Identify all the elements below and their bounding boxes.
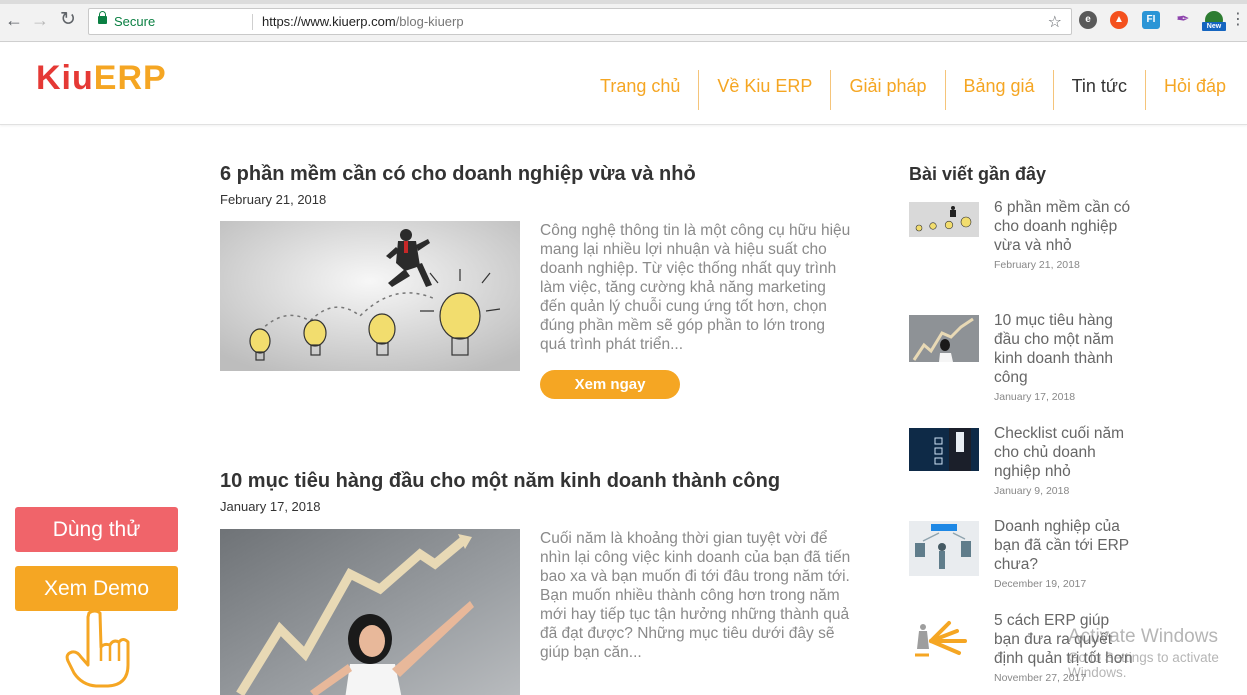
view-demo-button[interactable]: Xem Demo [15,566,178,611]
menu-item-about[interactable]: Về Kiu ERP [699,70,832,110]
blog-post: 10 mục tiêu hàng đầu cho một năm kinh do… [220,470,860,695]
recent-post-thumbnail[interactable] [909,615,979,660]
menu-item-solutions[interactable]: Giải pháp [831,70,946,110]
recent-post-title-text: Checklist cuối năm cho chủ doanh nghiệp … [994,425,1125,480]
evernote-icon[interactable]: e [1079,11,1097,29]
post-excerpt: Cuối năm là khoảng thời gian tuyệt vời đ… [540,530,851,661]
menu-item-pricing[interactable]: Bảng giá [946,70,1054,110]
post-thumbnail[interactable] [220,221,520,371]
recent-post-date: February 21, 2018 [994,259,1080,271]
recent-post-thumbnail[interactable] [909,202,979,237]
post-title[interactable]: 6 phần mềm cần có cho doanh nghiệp vừa v… [220,163,860,186]
secure-label: Secure [114,14,156,29]
recent-post-title[interactable]: Doanh nghiệp của bạn đã cần tới ERP chưa… [994,517,1134,594]
fi-icon[interactable]: FI [1142,11,1160,29]
recent-post-thumbnail[interactable] [909,428,979,471]
recent-post-title-text: 10 mục tiêu hàng đầu cho một năm kinh do… [994,312,1114,386]
read-more-button[interactable]: Xem ngay [540,370,680,399]
recent-posts-sidebar: Bài viết gần đây 6 phần mềm cần có cho d… [909,164,1239,684]
feather-icon[interactable]: ✒ [1174,11,1192,29]
watermark-subtitle: Go to Settings to activate Windows. [1068,650,1219,680]
omnibox-divider [252,14,253,30]
recent-post-date: January 17, 2018 [994,391,1076,403]
sidebar-title: Bài viết gần đây [909,164,1047,184]
recent-post-title[interactable]: 6 phần mềm cần có cho doanh nghiệp vừa v… [994,198,1134,275]
recent-post-thumbnail[interactable] [909,315,979,362]
menu-item-news[interactable]: Tin tức [1054,70,1146,110]
back-icon[interactable]: ← [4,10,24,30]
recent-post-title[interactable]: Checklist cuối năm cho chủ doanh nghiệp … [994,424,1134,501]
address-bar[interactable]: Secure https://www.kiuerp.com/blog-kiuer… [88,8,1072,35]
recent-post-title[interactable]: 10 mục tiêu hàng đầu cho một năm kinh do… [994,311,1134,407]
fire-icon[interactable]: ▲ [1110,11,1128,29]
menu-item-home[interactable]: Trang chủ [582,70,700,110]
logo-kiu: Kiu [36,59,94,97]
pointing-hand-icon [64,609,134,689]
recent-post-date: January 9, 2018 [994,485,1070,497]
post-thumbnail[interactable] [220,529,520,695]
watermark-title: Activate Windows [1068,626,1218,647]
windows-activation-watermark: Activate Windows Go to Settings to activ… [1068,626,1247,680]
menu-dots-icon[interactable]: ⋮ [1228,10,1247,30]
post-date: January 17, 2018 [220,499,321,514]
url-path: /blog-kiuerp [395,14,464,29]
site-header: KiuERP Trang chủ Về Kiu ERP Giải pháp Bả… [0,43,1247,125]
logo-erp: ERP [93,59,167,97]
browser-toolbar: ← → ↻ Secure https://www.kiuerp.com/blog… [0,0,1247,42]
post-date: February 21, 2018 [220,192,327,207]
new-badge: New [1202,22,1226,31]
free-trial-button[interactable]: Dùng thử [15,507,178,552]
post-title[interactable]: 10 mục tiêu hàng đầu cho một năm kinh do… [220,470,860,493]
lock-icon [98,11,107,24]
main-menu: Trang chủ Về Kiu ERP Giải pháp Bảng giá … [582,70,1247,110]
blog-post: 6 phần mềm cần có cho doanh nghiệp vừa v… [220,163,860,399]
url-text[interactable]: https://www.kiuerp.com/blog-kiuerp [262,14,464,29]
reload-icon[interactable]: ↻ [58,10,78,30]
tab-strip [0,0,1247,4]
menu-item-faq[interactable]: Hỏi đáp [1146,70,1247,110]
site-logo[interactable]: KiuERP [36,59,167,98]
recent-post-title-text: 6 phần mềm cần có cho doanh nghiệp vừa v… [994,199,1131,254]
post-excerpt: Công nghệ thông tin là một công cụ hữu h… [540,222,851,353]
forward-icon[interactable]: → [30,10,50,30]
recent-post-title-text: Doanh nghiệp của bạn đã cần tới ERP chưa… [994,518,1129,573]
recent-post-thumbnail[interactable] [909,521,979,576]
url-host: https://www.kiuerp.com [262,14,396,29]
recent-post-date: December 19, 2017 [994,578,1087,590]
new-badge-icon[interactable]: New [1202,11,1226,31]
bookmark-star-icon[interactable]: ☆ [1048,12,1062,32]
